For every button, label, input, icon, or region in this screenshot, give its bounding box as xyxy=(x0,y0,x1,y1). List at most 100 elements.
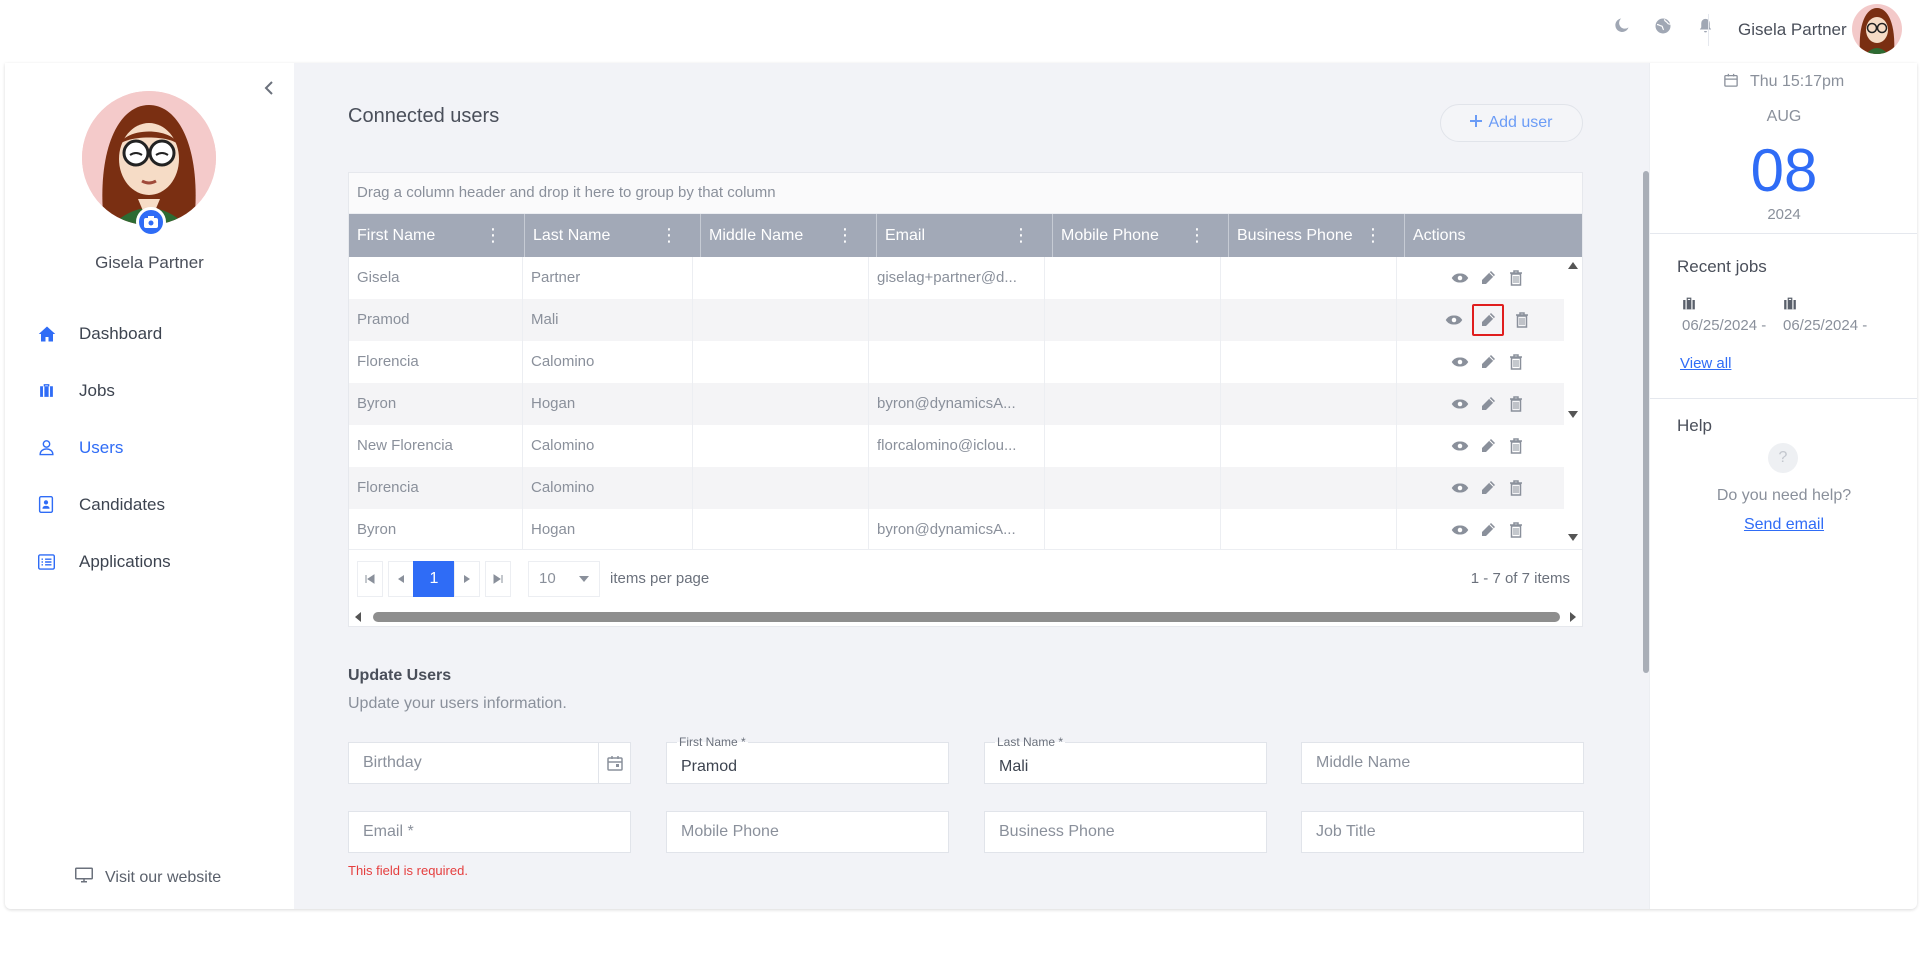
dark-mode-moon-icon[interactable] xyxy=(1611,16,1631,36)
monitor-icon xyxy=(75,867,93,888)
column-menu-icon[interactable]: ⋮ xyxy=(836,214,854,257)
actions-cell xyxy=(1397,467,1570,509)
edit-pencil-icon[interactable] xyxy=(1478,478,1498,498)
first-name-cell: Byron xyxy=(349,383,523,425)
sidebar-item-dashboard[interactable]: Dashboard xyxy=(38,305,171,362)
delete-trash-icon[interactable] xyxy=(1506,478,1526,498)
job-title-field[interactable]: Job Title xyxy=(1301,811,1584,853)
first-name-field[interactable]: First Name * Pramod xyxy=(666,735,949,784)
column-header-first-name[interactable]: First Name ⋮ xyxy=(349,214,525,257)
grid-vertical-scrollbar[interactable] xyxy=(1564,257,1582,549)
middle-name-field[interactable]: Middle Name xyxy=(1301,742,1584,784)
last-name-cell: Hogan xyxy=(523,383,693,425)
column-header-email[interactable]: Email ⋮ xyxy=(877,214,1053,257)
add-user-button[interactable]: Add user xyxy=(1440,104,1583,142)
actions-cell xyxy=(1397,299,1570,341)
grid-horizontal-scrollbar[interactable] xyxy=(349,606,1582,626)
table-row[interactable]: Byron Hogan byron@dynamicsA... xyxy=(349,383,1582,425)
email-field[interactable]: Email * xyxy=(348,811,631,853)
column-title: Middle Name xyxy=(709,227,804,244)
calendar-icon[interactable] xyxy=(598,743,630,783)
top-user-name[interactable]: Gisela Partner xyxy=(1738,20,1847,40)
top-avatar[interactable] xyxy=(1852,4,1902,54)
view-eye-icon[interactable] xyxy=(1450,268,1470,288)
next-page-button[interactable] xyxy=(454,560,480,597)
calendar-day: 08 xyxy=(1750,137,1818,204)
visit-website-link[interactable]: Visit our website xyxy=(75,867,221,888)
sidebar-item-users[interactable]: Users xyxy=(38,419,171,476)
divider xyxy=(1650,398,1917,399)
top-icons xyxy=(1611,16,1715,36)
recent-job-item[interactable]: 06/25/2024 - xyxy=(1783,297,1867,334)
delete-trash-icon[interactable] xyxy=(1506,352,1526,372)
edit-pencil-icon[interactable] xyxy=(1471,304,1504,336)
delete-trash-icon[interactable] xyxy=(1506,268,1526,288)
mobile-phone-cell xyxy=(1045,257,1221,299)
last-name-cell: Calomino xyxy=(523,341,693,383)
column-header-business-phone[interactable]: Business Phone ⋮ xyxy=(1229,214,1405,257)
sidebar: Gisela Partner Dashboard Jobs Users Cand… xyxy=(5,63,294,909)
edit-pencil-icon[interactable] xyxy=(1478,436,1498,456)
recent-job-item[interactable]: 06/25/2024 - xyxy=(1682,297,1766,334)
view-all-jobs-link[interactable]: View all xyxy=(1680,355,1731,372)
delete-trash-icon[interactable] xyxy=(1506,520,1526,540)
column-menu-icon[interactable]: ⋮ xyxy=(1364,214,1382,257)
right-panel: Thu 15:17pm AUG 08 2024 Recent jobs 06/2… xyxy=(1649,63,1917,909)
chevron-down-icon xyxy=(579,570,589,587)
first-page-button[interactable] xyxy=(357,560,383,597)
table-row[interactable]: Florencia Calomino xyxy=(349,467,1582,509)
table-row[interactable]: New Florencia Calomino florcalomino@iclou.… xyxy=(349,425,1582,467)
view-eye-icon[interactable] xyxy=(1444,310,1464,330)
table-row[interactable]: Pramod Mali xyxy=(349,299,1582,341)
business-phone-field[interactable]: Business Phone xyxy=(984,811,1267,853)
actions-cell xyxy=(1397,425,1570,467)
previous-page-button[interactable] xyxy=(388,560,414,597)
mobile-phone-field[interactable]: Mobile Phone xyxy=(666,811,949,853)
delete-trash-icon[interactable] xyxy=(1512,310,1532,330)
collapse-sidebar-chevron-left-icon[interactable] xyxy=(263,79,275,100)
delete-trash-icon[interactable] xyxy=(1506,394,1526,414)
mobile-phone-placeholder: Mobile Phone xyxy=(681,823,779,840)
edit-pencil-icon[interactable] xyxy=(1478,394,1498,414)
table-row[interactable]: Byron Hogan byron@dynamicsA... xyxy=(349,509,1582,549)
sidebar-item-label: Applications xyxy=(79,551,171,571)
last-name-field[interactable]: Last Name * Mali xyxy=(984,735,1267,784)
column-menu-icon[interactable]: ⋮ xyxy=(484,214,502,257)
column-header-mobile-phone[interactable]: Mobile Phone ⋮ xyxy=(1053,214,1229,257)
language-globe-icon[interactable] xyxy=(1653,16,1673,36)
page-size-select[interactable]: 10 xyxy=(528,560,600,597)
notifications-bell-icon[interactable] xyxy=(1695,16,1715,36)
sidebar-item-jobs[interactable]: Jobs xyxy=(38,362,171,419)
change-photo-camera-icon[interactable] xyxy=(136,207,166,237)
delete-trash-icon[interactable] xyxy=(1506,436,1526,456)
column-title: First Name xyxy=(357,227,436,244)
edit-pencil-icon[interactable] xyxy=(1478,352,1498,372)
view-eye-icon[interactable] xyxy=(1450,394,1470,414)
view-eye-icon[interactable] xyxy=(1450,478,1470,498)
column-menu-icon[interactable]: ⋮ xyxy=(1188,214,1206,257)
column-header-last-name[interactable]: Last Name ⋮ xyxy=(525,214,701,257)
page-number-button[interactable]: 1 xyxy=(413,560,455,597)
sidebar-item-applications[interactable]: Applications xyxy=(38,533,171,590)
table-row[interactable]: Florencia Calomino xyxy=(349,341,1582,383)
view-eye-icon[interactable] xyxy=(1450,520,1470,540)
last-page-button[interactable] xyxy=(485,560,511,597)
edit-pencil-icon[interactable] xyxy=(1478,268,1498,288)
edit-pencil-icon[interactable] xyxy=(1478,520,1498,540)
view-eye-icon[interactable] xyxy=(1450,436,1470,456)
table-row[interactable]: Gisela Partner giselag+partner@d... xyxy=(349,257,1582,299)
list-icon xyxy=(38,553,56,571)
column-menu-icon[interactable]: ⋮ xyxy=(1012,214,1030,257)
column-header-middle-name[interactable]: Middle Name ⋮ xyxy=(701,214,877,257)
middle-name-cell xyxy=(693,341,869,383)
update-users-subtitle: Update your users information. xyxy=(348,695,567,712)
column-title: Mobile Phone xyxy=(1061,227,1159,244)
send-email-link[interactable]: Send email xyxy=(1650,516,1917,534)
birthday-field[interactable]: Birthday xyxy=(348,742,631,784)
column-menu-icon[interactable]: ⋮ xyxy=(660,214,678,257)
view-eye-icon[interactable] xyxy=(1450,352,1470,372)
sidebar-item-candidates[interactable]: Candidates xyxy=(38,476,171,533)
horizontal-scroll-thumb[interactable] xyxy=(373,612,1560,622)
business-phone-placeholder: Business Phone xyxy=(999,823,1115,840)
group-by-drop-zone[interactable]: Drag a column header and drop it here to… xyxy=(349,173,1582,214)
